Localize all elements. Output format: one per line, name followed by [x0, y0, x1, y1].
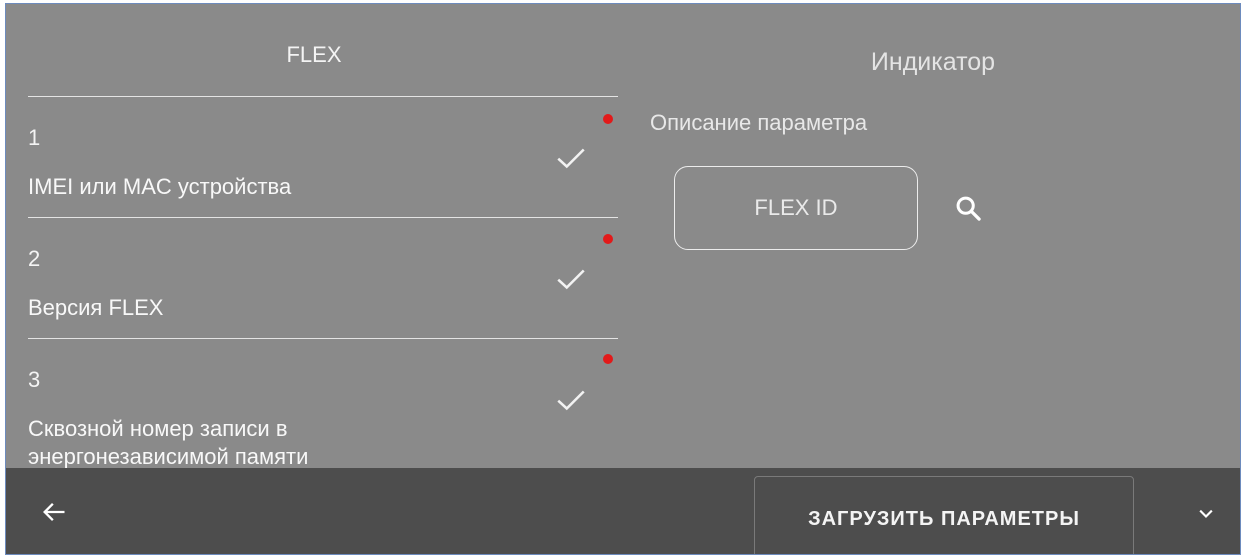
search-icon[interactable]: [954, 194, 982, 222]
right-panel-title: Индикатор: [870, 48, 996, 76]
check-icon[interactable]: [554, 141, 588, 175]
check-icon[interactable]: [554, 262, 588, 296]
item-number: 3: [28, 367, 41, 392]
bottom-action-bar: ЗАГРУЗИТЬ ПАРАМЕТРЫ: [6, 468, 1240, 554]
flex-settings-screen: FLEX Индикатор 1 IMEI или MAC устройства…: [6, 4, 1240, 554]
list-item[interactable]: 1 IMEI или MAC устройства: [28, 96, 618, 217]
flex-id-field[interactable]: FLEX ID: [674, 166, 918, 250]
status-dot-icon: [603, 114, 613, 124]
status-dot-icon: [603, 234, 613, 244]
parameter-description: Описание параметра: [650, 110, 868, 135]
item-label: IMEI или MAC устройства: [28, 174, 292, 199]
item-label: Версия FLEX: [28, 295, 164, 320]
parameter-list: 1 IMEI или MAC устройства 2 Версия FLEX …: [28, 96, 618, 469]
left-panel-title: FLEX: [286, 42, 342, 67]
list-item[interactable]: 2 Версия FLEX: [28, 217, 618, 338]
chevron-down-icon[interactable]: [1196, 504, 1216, 524]
check-icon[interactable]: [554, 383, 588, 417]
status-dot-icon: [603, 354, 613, 364]
item-number: 1: [28, 125, 41, 150]
list-item[interactable]: 3 Сквозной номер записи в энергонезависи…: [28, 338, 618, 469]
item-number: 2: [28, 246, 41, 271]
arrow-left-icon[interactable]: [40, 498, 68, 526]
load-parameters-button[interactable]: ЗАГРУЗИТЬ ПАРАМЕТРЫ: [754, 476, 1134, 554]
item-label: Сквозной номер записи в энергонезависимо…: [28, 416, 309, 469]
